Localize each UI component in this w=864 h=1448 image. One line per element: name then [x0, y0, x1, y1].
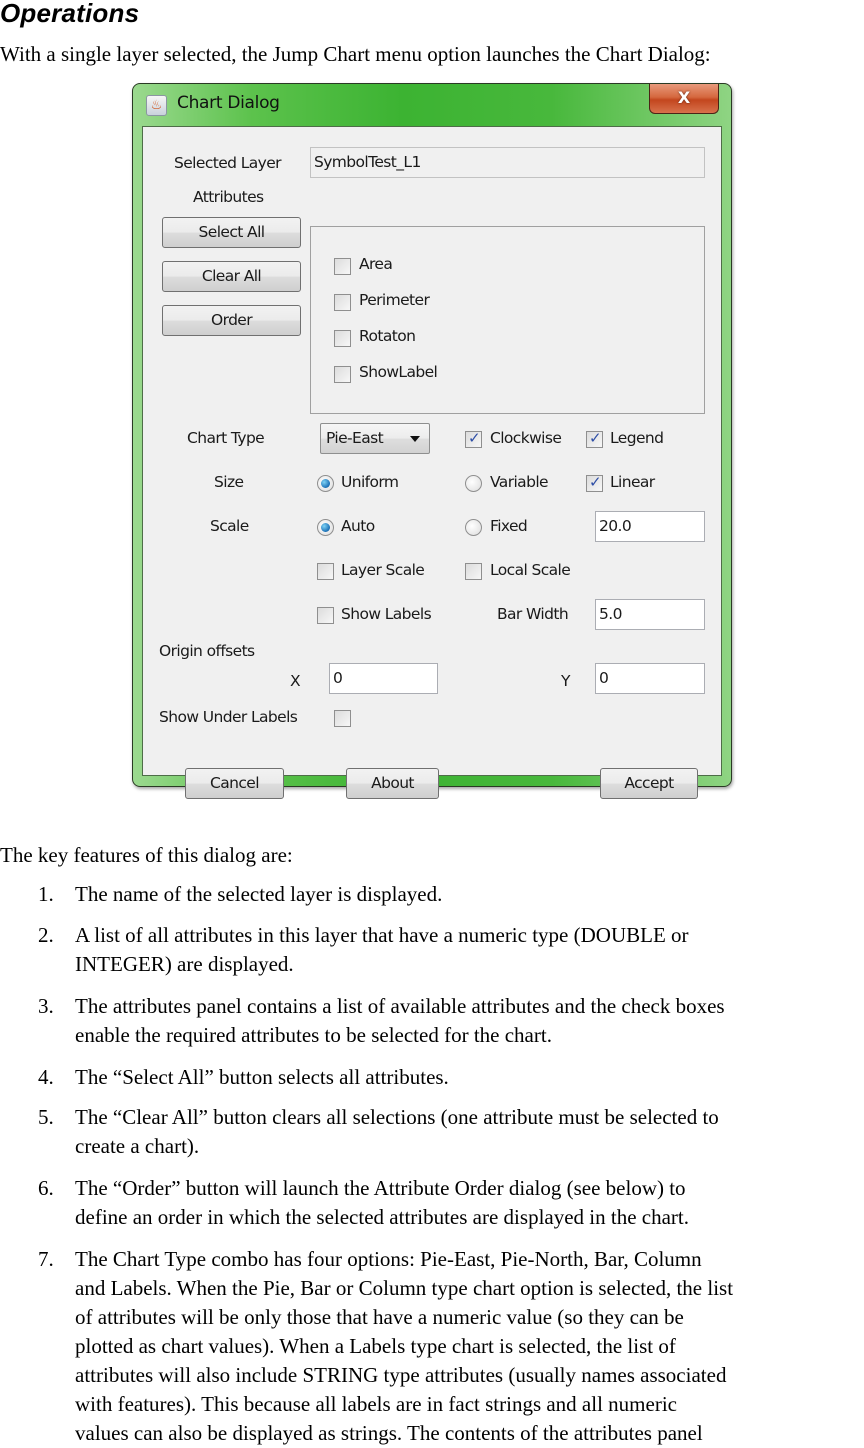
y-offset-field[interactable]: 0: [595, 663, 705, 694]
list-text-line: The “Order” button will launch the Attri…: [75, 1176, 686, 1200]
legend-label: Legend: [610, 429, 664, 447]
list-text-line: The “Clear All” button clears all select…: [75, 1105, 719, 1129]
attribute-checkbox-rotaton[interactable]: ✓: [334, 330, 351, 347]
clockwise-label: Clockwise: [490, 429, 562, 447]
list-number: 3.: [38, 994, 54, 1018]
chart-dialog-window: ♨ Chart Dialog X Selected Layer SymbolTe…: [132, 83, 732, 799]
radio-dot-icon: [321, 523, 330, 532]
linear-checkbox[interactable]: ✓: [586, 473, 603, 492]
show-labels-label: Show Labels: [341, 605, 432, 623]
size-variable-radio[interactable]: [465, 475, 482, 492]
list-text-line: The Chart Type combo has four options: P…: [75, 1247, 702, 1271]
chart-type-combo[interactable]: Pie-East: [320, 423, 430, 454]
list-number: 7.: [38, 1247, 54, 1271]
dialog-title: Chart Dialog: [177, 93, 280, 113]
check-icon: ✓: [468, 429, 481, 447]
radio-dot-icon: [321, 479, 330, 488]
linear-label: Linear: [610, 473, 655, 491]
scale-auto-radio[interactable]: [317, 519, 334, 536]
scale-auto-label: Auto: [341, 517, 375, 535]
chevron-down-icon: [410, 436, 420, 442]
section-heading: Operations: [0, 0, 140, 28]
list-text-line: and Labels. When the Pie, Bar or Column …: [75, 1276, 734, 1300]
list-text-line: enable the required attributes to be sel…: [75, 1023, 552, 1047]
java-cup-icon: ♨: [146, 95, 167, 116]
check-icon: ✓: [589, 473, 602, 491]
layer-scale-checkbox[interactable]: ✓: [317, 563, 334, 580]
list-number: 4.: [38, 1065, 54, 1089]
attribute-checkbox-area[interactable]: ✓: [334, 258, 351, 275]
list-number: 2.: [38, 923, 54, 947]
list-text-line: values can also be displayed as strings.…: [75, 1421, 703, 1445]
show-labels-checkbox[interactable]: ✓: [317, 607, 334, 624]
selected-layer-label: Selected Layer: [174, 154, 282, 172]
accept-button[interactable]: Accept: [600, 768, 698, 799]
about-button[interactable]: About: [346, 768, 439, 799]
chart-type-label: Chart Type: [187, 429, 265, 447]
clear-all-button[interactable]: Clear All: [162, 261, 301, 292]
chart-type-value: Pie-East: [326, 429, 384, 447]
attribute-checkbox-showlabel[interactable]: ✓: [334, 366, 351, 383]
layer-scale-label: Layer Scale: [341, 561, 425, 579]
list-text-line: The “Select All” button selects all attr…: [75, 1065, 449, 1089]
intro-paragraph: With a single layer selected, the Jump C…: [0, 42, 711, 66]
list-text-line: with features). This because all labels …: [75, 1392, 677, 1416]
scale-label: Scale: [210, 517, 249, 535]
list-text-line: The name of the selected layer is displa…: [75, 882, 443, 906]
attribute-label: Perimeter: [359, 291, 430, 309]
y-offset-label: Y: [561, 672, 570, 690]
local-scale-checkbox[interactable]: ✓: [465, 563, 482, 580]
scale-fixed-radio[interactable]: [465, 519, 482, 536]
x-offset-label: X: [290, 672, 301, 690]
list-text-line: The attributes panel contains a list of …: [75, 994, 725, 1018]
attributes-panel: ✓ Area ✓ Perimeter ✓ Rotaton ✓ ShowLabel: [310, 226, 705, 414]
list-text-line: attributes will also include STRING type…: [75, 1363, 727, 1387]
size-uniform-label: Uniform: [341, 473, 399, 491]
show-under-labels-checkbox[interactable]: ✓: [334, 710, 351, 727]
attributes-label: Attributes: [193, 188, 264, 206]
clockwise-checkbox[interactable]: ✓: [465, 429, 482, 448]
size-uniform-radio[interactable]: [317, 475, 334, 492]
selected-layer-field: SymbolTest_L1: [310, 147, 705, 178]
attribute-label: ShowLabel: [359, 363, 438, 381]
size-label: Size: [214, 473, 244, 491]
attribute-label: Area: [359, 255, 393, 273]
order-button[interactable]: Order: [162, 305, 301, 336]
list-text-line: A list of all attributes in this layer t…: [75, 923, 689, 947]
select-all-button[interactable]: Select All: [162, 217, 301, 248]
attribute-label: Rotaton: [359, 327, 416, 345]
scale-value-field[interactable]: 20.0: [595, 511, 705, 542]
local-scale-label: Local Scale: [490, 561, 571, 579]
list-text-line: of attributes will be only those that ha…: [75, 1305, 684, 1329]
dialog-content: Selected Layer SymbolTest_L1 Attributes …: [142, 126, 722, 799]
size-variable-label: Variable: [490, 473, 549, 491]
check-icon: ✓: [589, 429, 602, 447]
cancel-button[interactable]: Cancel: [185, 768, 284, 799]
list-text-line: define an order in which the selected at…: [75, 1205, 690, 1229]
list-number: 5.: [38, 1105, 54, 1129]
show-under-labels-label: Show Under Labels: [159, 708, 298, 726]
legend-checkbox[interactable]: ✓: [586, 429, 603, 448]
list-text-line: create a chart).: [75, 1134, 200, 1158]
x-offset-field[interactable]: 0: [329, 663, 438, 694]
bar-width-label: Bar Width: [497, 605, 569, 623]
list-text-line: plotted as chart values). When a Labels …: [75, 1334, 676, 1358]
title-bar[interactable]: ♨ Chart Dialog X: [133, 84, 731, 126]
list-text-line: INTEGER) are displayed.: [75, 952, 294, 976]
list-number: 6.: [38, 1176, 54, 1200]
bar-width-field[interactable]: 5.0: [595, 599, 705, 630]
features-intro: The key features of this dialog are:: [0, 843, 293, 867]
close-button[interactable]: X: [649, 84, 719, 114]
list-number: 1.: [38, 882, 54, 906]
scale-fixed-label: Fixed: [490, 517, 528, 535]
origin-offsets-label: Origin offsets: [159, 642, 255, 660]
attribute-checkbox-perimeter[interactable]: ✓: [334, 294, 351, 311]
